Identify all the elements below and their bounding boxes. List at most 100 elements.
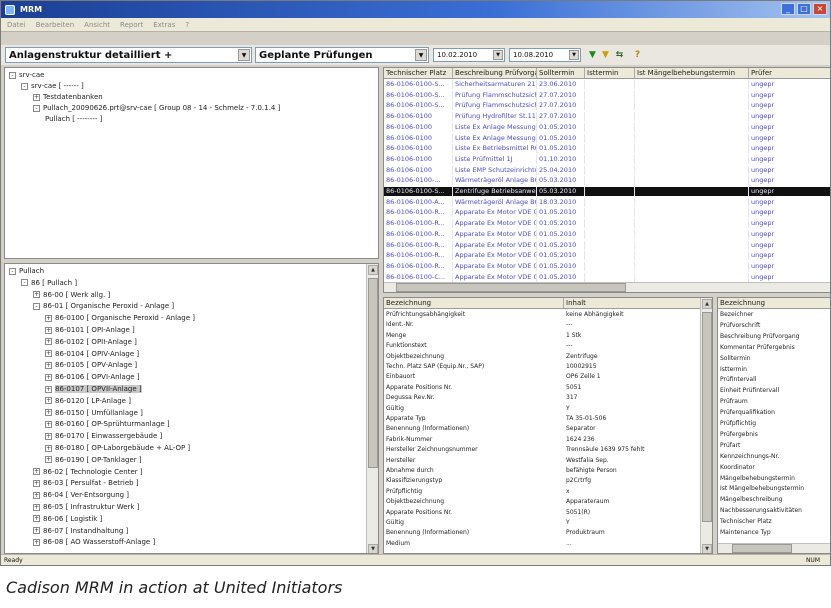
expand-icon[interactable]: + (45, 350, 52, 358)
tree-node[interactable]: - srv-cae [ ------ ] (21, 82, 84, 90)
column-header-content[interactable]: Inhalt (564, 298, 702, 308)
table-row[interactable]: 86-0106-0100 Liste EMP Schutzeinrichtu...… (384, 165, 830, 175)
field-list-item[interactable]: Prüferqualifikation (720, 409, 775, 417)
table-row[interactable]: 86-0106-0100-... Wärmeträgeröl Anlage BG.… (384, 176, 830, 186)
property-row[interactable]: Benennung (Informationen) Separator (384, 425, 702, 433)
table-row[interactable]: 86-0106-0100-R... Apparate Ex Motor VDE 0… (384, 261, 830, 271)
tree-node[interactable]: +86-00 [ Werk allg. ] (33, 291, 110, 299)
field-list-item[interactable]: Kommentar Prüfergebnis (720, 344, 795, 352)
expand-icon[interactable]: + (45, 409, 52, 417)
chevron-down-icon[interactable]: ▼ (238, 49, 250, 61)
field-list-item[interactable]: Kennzeichnungs-Nr. (720, 453, 779, 461)
tree-node[interactable]: +86-0100 [ Organische Peroxid - Anlage ] (45, 314, 195, 322)
property-row[interactable]: Techn. Platz SAP (Equip.Nr., SAP) 1000291… (384, 363, 702, 371)
property-row[interactable]: Hersteller Zeichnungsnummer Trennsäule 16… (384, 446, 702, 454)
tree-node[interactable]: +86-06 [ Logistik ] (33, 515, 102, 523)
tree-node[interactable]: - Pullach (9, 267, 44, 275)
tree-node[interactable]: +86-05 [ Infrastruktur Werk ] (33, 503, 139, 511)
table-row[interactable]: 86-0106-0100 Prüfung Hydrofilter St.11 27.… (384, 112, 830, 122)
field-list-item[interactable]: Prüfraum (720, 398, 748, 406)
tree-node[interactable]: +86-02 [ Technologie Center ] (33, 468, 143, 476)
scroll-thumb[interactable] (732, 544, 792, 553)
scroll-down-icon[interactable]: ▼ (368, 544, 378, 553)
menu-item-view[interactable]: Ansicht (84, 21, 110, 29)
table-row[interactable]: 86-0106-0100-A... Wärmeträgeröl Anlage BG… (384, 197, 830, 207)
tree-node[interactable]: Pullach [ -------- ] (45, 115, 102, 123)
tree-node[interactable]: +86-0105 [ OPV-Anlage ] (45, 361, 137, 369)
expand-icon[interactable]: + (45, 361, 52, 369)
tree-node[interactable]: - srv-cae (9, 71, 44, 79)
expand-icon[interactable]: + (45, 397, 52, 405)
tree-node[interactable]: +86-0120 [ LP-Anlage ] (45, 397, 131, 405)
property-row[interactable]: Menge 1 Stk (384, 332, 702, 340)
property-row[interactable]: Apparate Positions Nr. 5051(R) (384, 509, 702, 517)
field-list-item[interactable]: Maintenance Typ (720, 529, 771, 537)
column-header-description[interactable]: Beschreibung Prüfvorgang (453, 68, 537, 78)
tree-node[interactable]: +86-0101 [ OPI-Anlage ] (45, 326, 135, 334)
expand-icon[interactable]: + (33, 491, 40, 499)
table-row[interactable]: 86-0106-0100-R... Apparate Ex Motor VDE 0… (384, 219, 830, 229)
expand-icon[interactable]: + (45, 420, 52, 428)
property-row[interactable]: Objektbezeichnung Zentrifuge (384, 353, 702, 361)
field-list-item[interactable]: Solltermin (720, 355, 751, 363)
expand-icon[interactable]: + (45, 385, 52, 393)
export-icon[interactable]: ⇆ (613, 48, 626, 61)
field-list-item[interactable]: Prüfvorschrift (720, 322, 760, 330)
field-list-item[interactable]: Mängelbeschreibung (720, 496, 782, 504)
table-row[interactable]: 86-0106-0100 Liste Prüfmittel 1J 01.10.201… (384, 154, 830, 164)
filter-green-icon[interactable]: ▼ (586, 48, 599, 61)
property-row[interactable]: Prüfrichtungsabhängigkeit keine Abhängigk… (384, 311, 702, 319)
expand-icon[interactable]: + (33, 291, 40, 299)
field-list-item[interactable]: Beschreibung Prüfvorgang (720, 333, 799, 341)
calendar-dropdown-icon[interactable]: ▼ (493, 50, 503, 60)
filter-yellow-icon[interactable]: ▼ (599, 48, 612, 61)
tree-node[interactable]: + Testdatenbanken (33, 93, 103, 101)
table-row[interactable]: 86-0106-0100-R... Apparate Ex Motor VDE 0… (384, 251, 830, 261)
tree-node[interactable]: +86-0170 [ Einwassergebäude ] (45, 432, 162, 440)
tree-node[interactable]: +86-0107 [ OPVII-Anlage ] (45, 385, 142, 393)
table-row[interactable]: 86-0106-0100-S... Prüfung Flammschutzsich… (384, 90, 830, 100)
property-row[interactable]: Einbauort OP6 Zelle 1 (384, 373, 702, 381)
menu-item-edit[interactable]: Bearbeiten (36, 21, 74, 29)
table-row[interactable]: 86-0106-0100-S... Sicherheitsarmaturen 21… (384, 80, 830, 89)
properties-scrollbar[interactable]: ▲ ▼ (700, 298, 712, 553)
tree-node[interactable]: +86-0104 [ OPIV-Anlage ] (45, 350, 139, 358)
table-row[interactable]: 86-0106-0100-R... Apparate Ex Motor VDE 0… (384, 240, 830, 250)
collapse-icon[interactable]: - (33, 302, 40, 310)
scroll-thumb[interactable] (702, 312, 712, 522)
tree-node[interactable]: +86-0102 [ OPII-Anlage ] (45, 338, 137, 346)
property-row[interactable]: Benennung (Informationen) Produktraum (384, 529, 702, 537)
property-row[interactable]: Degussa Rev.Nr. 317 (384, 394, 702, 402)
expand-icon[interactable]: + (33, 503, 40, 511)
menu-item-report[interactable]: Report (120, 21, 143, 29)
tree-node[interactable]: +86-04 [ Ver-Entsorgung ] (33, 491, 129, 499)
field-list-item[interactable]: Prüfergebnis (720, 431, 758, 439)
menu-item-extras[interactable]: Extras (153, 21, 175, 29)
calendar-dropdown-icon[interactable]: ▼ (569, 50, 579, 60)
tree-node[interactable]: +86-0160 [ OP-Sprühturmanlage ] (45, 420, 170, 428)
expand-icon[interactable]: + (33, 527, 40, 535)
collapse-icon[interactable]: - (21, 82, 28, 90)
field-list-item[interactable]: Technischer Platz (720, 518, 772, 526)
structure-select[interactable]: Anlagenstruktur detailliert + ▼ (5, 47, 252, 63)
tree-node[interactable]: -86-01 [ Organische Peroxid - Anlage ] (33, 302, 174, 310)
field-list-item[interactable]: Mängelbehebungstermin (720, 475, 795, 483)
expand-icon[interactable]: + (45, 456, 52, 464)
scroll-up-icon[interactable]: ▲ (368, 265, 378, 275)
tree-node[interactable]: +86-07 [ Instandhaltung ] (33, 527, 128, 535)
collapse-icon[interactable]: - (9, 71, 16, 79)
collapse-icon[interactable]: - (33, 104, 40, 112)
menu-item-help[interactable]: ? (185, 21, 189, 29)
table-row[interactable]: 86-0106-0100-C... Apparate Ex Motor VDE 0… (384, 272, 830, 282)
field-list-item[interactable]: Isttermin (720, 366, 747, 374)
column-header-defect-fix-date[interactable]: Ist Mängelbehebungstermin (635, 68, 749, 78)
table-row[interactable]: 86-0106-0100 Liste Ex Anlage Messung ... 0… (384, 133, 830, 143)
expand-icon[interactable]: + (45, 373, 52, 381)
table-row[interactable]: 86-0106-0100-S... Prüfung Flammschutzsich… (384, 101, 830, 111)
property-row[interactable]: Gültig Y (384, 405, 702, 413)
inspection-select[interactable]: Geplante Prüfungen ▼ (255, 47, 429, 63)
expand-icon[interactable]: + (45, 444, 52, 452)
column-header-technical-place[interactable]: Technischer Platz (384, 68, 453, 78)
field-list-scrollbar[interactable] (718, 543, 830, 553)
property-row[interactable]: Medium... (384, 540, 702, 548)
